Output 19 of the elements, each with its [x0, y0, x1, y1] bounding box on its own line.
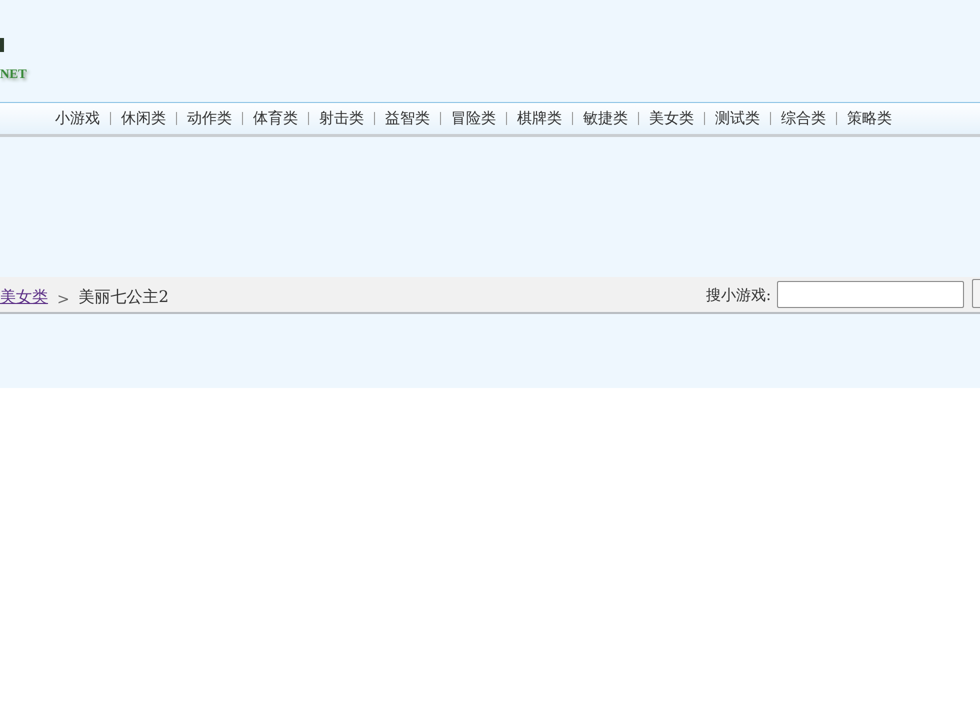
nav-link[interactable]: 美女类	[649, 109, 694, 128]
search-label: 搜小游戏:	[706, 286, 771, 305]
search-field[interactable]	[777, 281, 964, 308]
nav-link[interactable]: 小游戏	[55, 109, 100, 128]
nav-link[interactable]: 策略类	[847, 109, 892, 128]
nav-link[interactable]: 益智类	[385, 109, 430, 128]
nav-link[interactable]: 休闲类	[121, 109, 166, 128]
nav-link[interactable]: 综合类	[781, 109, 826, 128]
breadcrumb-current: 美丽七公主2	[78, 287, 169, 308]
nav-link[interactable]: 棋牌类	[517, 109, 562, 128]
breadcrumb-separator: >	[57, 290, 70, 308]
nav-link[interactable]: 敏捷类	[583, 109, 628, 128]
nav-link[interactable]: 测试类	[715, 109, 760, 128]
breadcrumb-link[interactable]: 美女类	[0, 287, 48, 308]
nav-link[interactable]: 射击类	[319, 109, 364, 128]
logo-text: NET	[0, 66, 27, 82]
nav-link[interactable]: 冒险类	[451, 109, 496, 128]
nav-link[interactable]: 体育类	[253, 109, 298, 128]
nav-link[interactable]: 动作类	[187, 109, 232, 128]
